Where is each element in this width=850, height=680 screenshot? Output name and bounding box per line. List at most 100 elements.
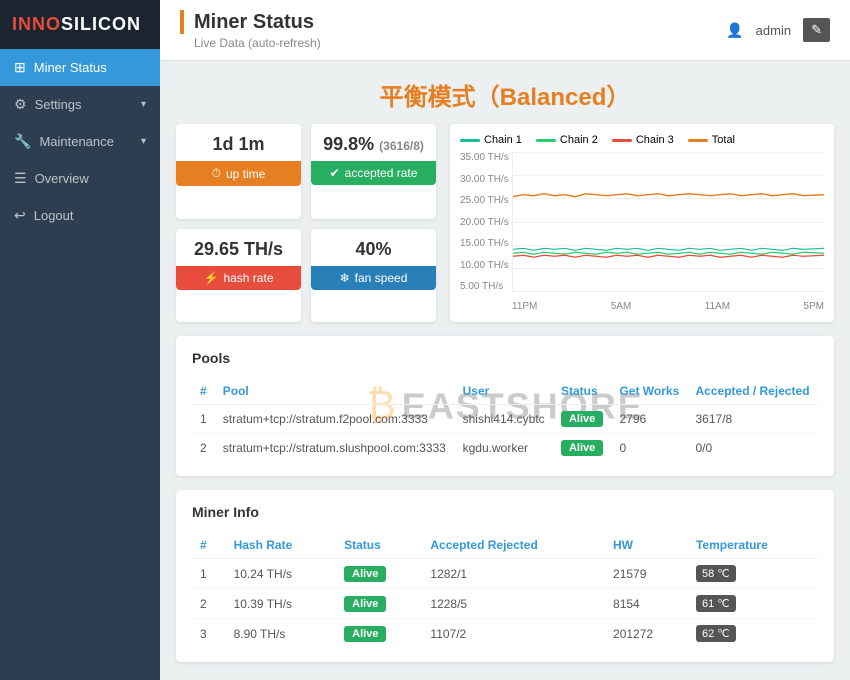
uptime-label: ⏱ up time bbox=[176, 161, 301, 186]
sidebar-item-label: Logout bbox=[34, 208, 74, 223]
top-right: 👤 admin ✎ bbox=[726, 18, 830, 42]
grid-line bbox=[513, 152, 824, 153]
stat-fan-speed: 40% ❄ fan speed bbox=[311, 229, 436, 323]
grid-line bbox=[513, 222, 824, 223]
table-row: 1 10.24 TH/s Alive 1282/1 21579 58 ℃ bbox=[192, 559, 818, 589]
temp-badge: 58 ℃ bbox=[696, 565, 736, 582]
settings-icon: ⚙ bbox=[14, 96, 27, 113]
title-area: Miner Status Live Data (auto-refresh) bbox=[180, 10, 321, 50]
col-user: User bbox=[455, 378, 553, 405]
hash-rate-value: 29.65 TH/s bbox=[184, 239, 293, 260]
edit-button[interactable]: ✎ bbox=[803, 18, 830, 42]
sidebar-item-overview[interactable]: ☰ Overview bbox=[0, 160, 160, 197]
accepted-rate-label: ✔ accepted rate bbox=[311, 161, 436, 185]
col-hw: HW bbox=[605, 532, 688, 559]
legend-chain2: Chain 2 bbox=[536, 134, 598, 146]
sidebar-item-label: Overview bbox=[35, 171, 89, 186]
col-num: # bbox=[192, 378, 215, 405]
fan-speed-label: ❄ fan speed bbox=[311, 266, 436, 290]
chart-area: 35.00 TH/s 30.00 TH/s 25.00 TH/s 20.00 T… bbox=[460, 152, 824, 312]
logo-text: INNOSILICON bbox=[12, 14, 141, 34]
page-title: Miner Status bbox=[180, 10, 314, 34]
grid-line bbox=[513, 175, 824, 176]
col-accepted-rejected: Accepted Rejected bbox=[422, 532, 605, 559]
stat-accepted-rate: 99.8% (3616/8) ✔ accepted rate bbox=[311, 124, 436, 219]
miner-info-title: Miner Info bbox=[192, 504, 818, 520]
content-area: 平衡模式（Balanced） 1d 1m ⏱ up time 99.8% (36… bbox=[160, 61, 850, 680]
sidebar-item-label: Miner Status bbox=[34, 60, 107, 75]
pools-table: # Pool User Status Get Works Accepted / … bbox=[192, 378, 818, 462]
legend-total: Total bbox=[688, 134, 735, 146]
status-badge: Alive bbox=[344, 596, 386, 612]
topbar: Miner Status Live Data (auto-refresh) 👤 … bbox=[160, 0, 850, 61]
accepted-icon: ✔ bbox=[330, 166, 340, 180]
miner-info-section: Miner Info # Hash Rate Status Accepted R… bbox=[176, 490, 834, 662]
overview-icon: ☰ bbox=[14, 170, 27, 187]
miner-info-table: # Hash Rate Status Accepted Rejected HW … bbox=[192, 532, 818, 648]
col-pool: Pool bbox=[215, 378, 455, 405]
chain1-color bbox=[460, 139, 480, 142]
grid-line bbox=[513, 268, 824, 269]
status-badge: Alive bbox=[561, 440, 603, 456]
chain3-color bbox=[612, 139, 632, 142]
chain2-color bbox=[536, 139, 556, 142]
admin-label: admin bbox=[756, 23, 791, 38]
sidebar-item-settings[interactable]: ⚙ Settings ▾ bbox=[0, 86, 160, 123]
col-accepted-rejected: Accepted / Rejected bbox=[688, 378, 819, 405]
chevron-down-icon: ▾ bbox=[141, 99, 146, 110]
main-content: Miner Status Live Data (auto-refresh) 👤 … bbox=[160, 0, 850, 680]
col-num: # bbox=[192, 532, 226, 559]
col-get-works: Get Works bbox=[611, 378, 687, 405]
sidebar-item-label: Maintenance bbox=[39, 134, 113, 149]
accepted-rate-value: 99.8% (3616/8) bbox=[319, 134, 428, 155]
hash-rate-chart: Chain 1 Chain 2 Chain 3 Total bbox=[450, 124, 834, 322]
sidebar-item-maintenance[interactable]: 🔧 Maintenance ▾ bbox=[0, 123, 160, 160]
hash-icon: ⚡ bbox=[204, 271, 219, 285]
col-temperature: Temperature bbox=[688, 532, 818, 559]
status-badge: Alive bbox=[344, 566, 386, 582]
legend-chain3: Chain 3 bbox=[612, 134, 674, 146]
table-row: 1 stratum+tcp://stratum.f2pool.com:3333 … bbox=[192, 405, 818, 434]
sidebar-item-label: Settings bbox=[35, 97, 82, 112]
sidebar-item-miner-status[interactable]: ⊞ Miner Status bbox=[0, 49, 160, 86]
balance-mode-label: 平衡模式（Balanced） bbox=[176, 77, 834, 112]
logout-icon: ↩ bbox=[14, 207, 26, 224]
maintenance-icon: 🔧 bbox=[14, 133, 31, 150]
uptime-value: 1d 1m bbox=[184, 134, 293, 155]
y-axis-labels: 35.00 TH/s 30.00 TH/s 25.00 TH/s 20.00 T… bbox=[460, 152, 512, 292]
chart-legend: Chain 1 Chain 2 Chain 3 Total bbox=[460, 134, 824, 146]
fan-icon: ❄ bbox=[340, 271, 350, 285]
table-row: 3 8.90 TH/s Alive 1107/2 201272 62 ℃ bbox=[192, 619, 818, 649]
user-icon: 👤 bbox=[726, 22, 743, 39]
table-row: 2 stratum+tcp://stratum.slushpool.com:33… bbox=[192, 434, 818, 463]
stat-uptime: 1d 1m ⏱ up time bbox=[176, 124, 301, 219]
pools-title: Pools bbox=[192, 350, 818, 366]
legend-chain1: Chain 1 bbox=[460, 134, 522, 146]
miner-status-icon: ⊞ bbox=[14, 59, 26, 76]
col-status: Status bbox=[553, 378, 611, 405]
logo: INNOSILICON bbox=[0, 0, 160, 49]
sidebar-item-logout[interactable]: ↩ Logout bbox=[0, 197, 160, 234]
total-color bbox=[688, 139, 708, 142]
status-badge: Alive bbox=[344, 626, 386, 642]
hash-rate-label: ⚡ hash rate bbox=[176, 266, 301, 290]
page-subtitle: Live Data (auto-refresh) bbox=[180, 36, 321, 50]
temp-badge: 61 ℃ bbox=[696, 595, 736, 612]
temp-badge: 62 ℃ bbox=[696, 625, 736, 642]
col-status: Status bbox=[336, 532, 422, 559]
x-axis-labels: 11PM 5AM 11AM 5PM bbox=[512, 301, 824, 312]
grid-line bbox=[513, 245, 824, 246]
pools-section: Pools ₿ EASTSHORE # Pool User Status Get… bbox=[176, 336, 834, 476]
table-row: 2 10.39 TH/s Alive 1228/5 8154 61 ℃ bbox=[192, 589, 818, 619]
sidebar: INNOSILICON ⊞ Miner Status ⚙ Settings ▾ … bbox=[0, 0, 160, 680]
status-badge: Alive bbox=[561, 411, 603, 427]
grid-line bbox=[513, 198, 824, 199]
stats-grid: 1d 1m ⏱ up time 99.8% (3616/8) ✔ accepte… bbox=[176, 124, 436, 322]
chart-plot-area bbox=[512, 152, 824, 292]
stat-hash-rate: 29.65 TH/s ⚡ hash rate bbox=[176, 229, 301, 323]
chevron-down-icon: ▾ bbox=[141, 136, 146, 147]
fan-speed-value: 40% bbox=[319, 239, 428, 260]
uptime-icon: ⏱ bbox=[212, 166, 221, 181]
col-hash-rate: Hash Rate bbox=[226, 532, 337, 559]
stats-chart-row: 1d 1m ⏱ up time 99.8% (3616/8) ✔ accepte… bbox=[176, 124, 834, 322]
